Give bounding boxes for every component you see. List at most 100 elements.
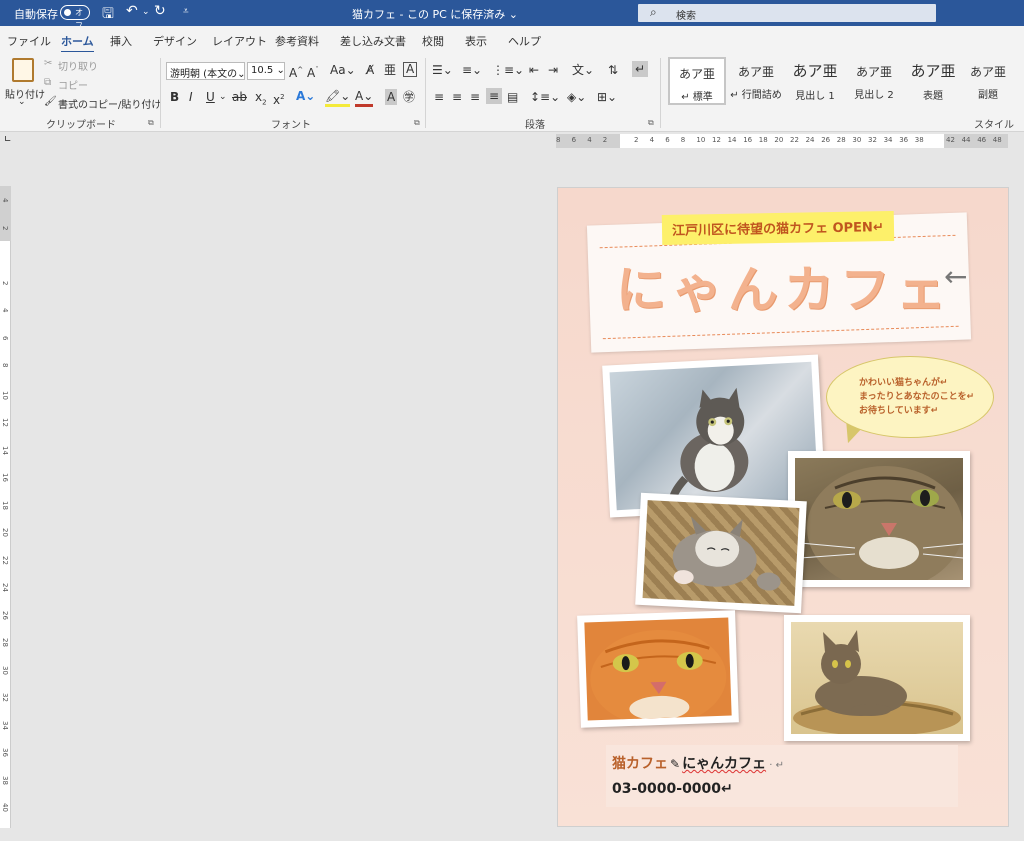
ruler-tick-label: 4 (1, 198, 9, 203)
copy-button[interactable]: コピー (58, 77, 88, 92)
subtitle-highlight[interactable]: 江戸川区に待望の猫カフェ OPEN↵ (661, 210, 895, 246)
shop-info-box[interactable]: 猫カフェ ✎ にゃんカフェ ‧ ↵ 03-0000-0000↵ (606, 745, 958, 807)
bubble-line: まったりとあなたのことを↵ (859, 392, 975, 402)
title-bar: 自動保存 オフ 🖫 ↶ ⌄ ↻ ⩡ 猫カフェ - この PC に保存済み ⌄ ⌕… (0, 0, 1024, 30)
ruler-tick-label: 6 (1, 335, 9, 340)
tab-mailings[interactable]: 差し込み文書 (340, 33, 406, 49)
sort-icon[interactable]: ⇅ (608, 62, 618, 78)
increase-indent-icon[interactable]: ⇥ (548, 62, 558, 78)
cat-photo-4[interactable] (577, 610, 739, 728)
cat-photo-5[interactable] (784, 615, 970, 741)
horizontal-ruler[interactable]: 8 6 4 2 2 4 6 8 10 12 14 16 18 20 22 24 26 28 30 32 34 36 38 42… (556, 134, 1008, 148)
font-name-box[interactable]: 游明朝 (本文の⌄ (166, 62, 245, 80)
align-right-icon[interactable]: ≡ (470, 89, 480, 105)
asian-layout-icon[interactable]: 文⌄ (572, 62, 594, 78)
text-effects-icon[interactable]: A⌄ (296, 88, 315, 104)
undo-icon[interactable]: ↶ (126, 3, 138, 19)
tab-insert[interactable]: 挿入 (110, 33, 132, 49)
subscript-icon[interactable]: x2 (255, 89, 267, 110)
cut-button[interactable]: 切り取り (58, 58, 98, 73)
tab-selector-icon[interactable]: ∟ (4, 135, 12, 145)
align-center-icon[interactable]: ≡ (452, 89, 462, 105)
superscript-icon[interactable]: x2 (273, 89, 285, 108)
bold-icon[interactable]: B (170, 89, 179, 105)
show-marks-icon[interactable]: ↵ (632, 61, 649, 77)
tab-layout[interactable]: レイアウト (212, 33, 267, 49)
style-preview: あア亜 (737, 65, 774, 79)
tab-references[interactable]: 参考資料 (275, 33, 319, 49)
highlight-icon[interactable]: 🖍⌄ (325, 88, 351, 107)
cat-photo-3[interactable] (635, 492, 807, 614)
style-heading-1[interactable]: あア亜 見出し 1 (786, 57, 844, 105)
shrink-font-icon[interactable]: Aˇ (307, 62, 319, 81)
decrease-indent-icon[interactable]: ⇤ (529, 62, 539, 78)
tab-file[interactable]: ファイル (7, 33, 51, 49)
grow-font-icon[interactable]: A^ (289, 62, 303, 81)
tab-help[interactable]: ヘルプ (508, 33, 541, 49)
paste-icon[interactable] (12, 58, 34, 82)
phonetic-guide-icon[interactable]: 亜 (384, 62, 396, 78)
save-icon[interactable]: 🖫 (102, 3, 114, 27)
ruler-tick-label: 38 (1, 775, 9, 785)
redo-icon[interactable]: ↻ (154, 3, 166, 19)
line-spacing-icon[interactable]: ↕≡⌄ (530, 89, 560, 105)
tab-home[interactable]: ホーム (61, 33, 94, 53)
autosave-toggle[interactable]: オフ (60, 5, 90, 30)
change-case-icon[interactable]: Aa⌄ (330, 62, 356, 78)
document-page[interactable]: 江戸川区に待望の猫カフェ OPEN↵ にゃんカフェ ← かわいい猫ちゃんが↵ ま… (557, 187, 1009, 827)
ruler-tick-label: 36 (899, 136, 909, 144)
style-preview: あア亜 (969, 65, 1006, 79)
justify-icon[interactable]: ≡ (486, 88, 503, 104)
multilevel-list-icon[interactable]: ⋮≡⌄ (492, 62, 524, 78)
style-preview: あア亜 (792, 62, 838, 80)
distributed-icon[interactable]: ▤ (507, 89, 518, 105)
paste-dropdown-icon[interactable]: ⌄ (18, 97, 26, 107)
ruler-tick-label: 32 (1, 693, 9, 702)
style-normal[interactable]: あア亜 ↵ 標準 (668, 57, 726, 105)
underline-icon[interactable]: U (206, 89, 215, 105)
font-color-icon[interactable]: A⌄ (355, 88, 374, 107)
char-border-icon[interactable]: A (403, 62, 418, 77)
borders-icon[interactable]: ⊞⌄ (597, 89, 617, 105)
strikethrough-icon[interactable]: ab (232, 89, 247, 105)
search-box[interactable]: ⌕ 検索 (638, 4, 936, 22)
document-title[interactable]: 猫カフェ - この PC に保存済み ⌄ (352, 6, 518, 22)
tab-design[interactable]: デザイン (153, 33, 197, 49)
ruler-tick-label: 30 (1, 665, 9, 675)
shading-icon[interactable]: ◈⌄ (567, 89, 586, 105)
ruler-tick-label: 6 (665, 136, 670, 144)
styles-group-label: スタイル (974, 120, 1014, 131)
cat-photo-2[interactable] (788, 451, 970, 587)
align-left-icon[interactable]: ≡ (434, 89, 444, 105)
style-name: ↵ 標準 (681, 92, 713, 103)
format-painter-button[interactable]: 書式のコピー/貼り付け (58, 96, 161, 111)
font-group-label: フォント (271, 120, 311, 131)
clipboard-launcher-icon[interactable]: ⧉ (148, 118, 154, 128)
tab-review[interactable]: 校閲 (422, 33, 444, 49)
speech-bubble[interactable]: かわいい猫ちゃんが↵ まったりとあなたのことを↵ お待ちしています↵ (826, 356, 994, 438)
clear-format-icon[interactable]: A̸ (366, 62, 374, 78)
main-title[interactable]: にゃんカフェ (616, 250, 952, 322)
font-size-box[interactable]: 10.5 ⌄ (247, 62, 285, 80)
ruler-tick-label: 36 (1, 748, 9, 757)
undo-dropdown-icon[interactable]: ⌄ (142, 7, 150, 17)
char-shading-icon[interactable]: A (385, 89, 398, 105)
style-title[interactable]: あア亜 表題 (904, 57, 962, 105)
style-no-spacing[interactable]: あア亜 ↵ 行間詰め (727, 57, 785, 105)
italic-icon[interactable]: I (189, 89, 193, 105)
style-subtitle[interactable]: あア亜 副題 (959, 57, 1017, 105)
customize-toolbar-icon[interactable]: ⩡ (183, 6, 189, 17)
vertical-ruler[interactable]: 4 2 2 4 6 8 10 12 14 16 18 20 22 24 26 28 30 32 34 36 38 40 (0, 186, 11, 828)
ruler-tick-label: 20 (1, 528, 9, 537)
ruler-tick-label: 34 (883, 136, 893, 144)
numbering-icon[interactable]: ≡⌄ (462, 62, 482, 78)
tab-view[interactable]: 表示 (465, 33, 487, 49)
style-heading-2[interactable]: あア亜 見出し 2 (845, 57, 903, 105)
underline-dropdown-icon[interactable]: ⌄ (219, 89, 227, 105)
enclosed-char-icon[interactable]: ㊫ (403, 89, 415, 105)
ruler-tick-label: 26 (821, 136, 831, 144)
font-launcher-icon[interactable]: ⧉ (414, 118, 420, 128)
paragraph-launcher-icon[interactable]: ⧉ (648, 118, 654, 128)
ruler-tick-label: 2 (1, 225, 9, 230)
bullets-icon[interactable]: ☰⌄ (432, 62, 453, 78)
